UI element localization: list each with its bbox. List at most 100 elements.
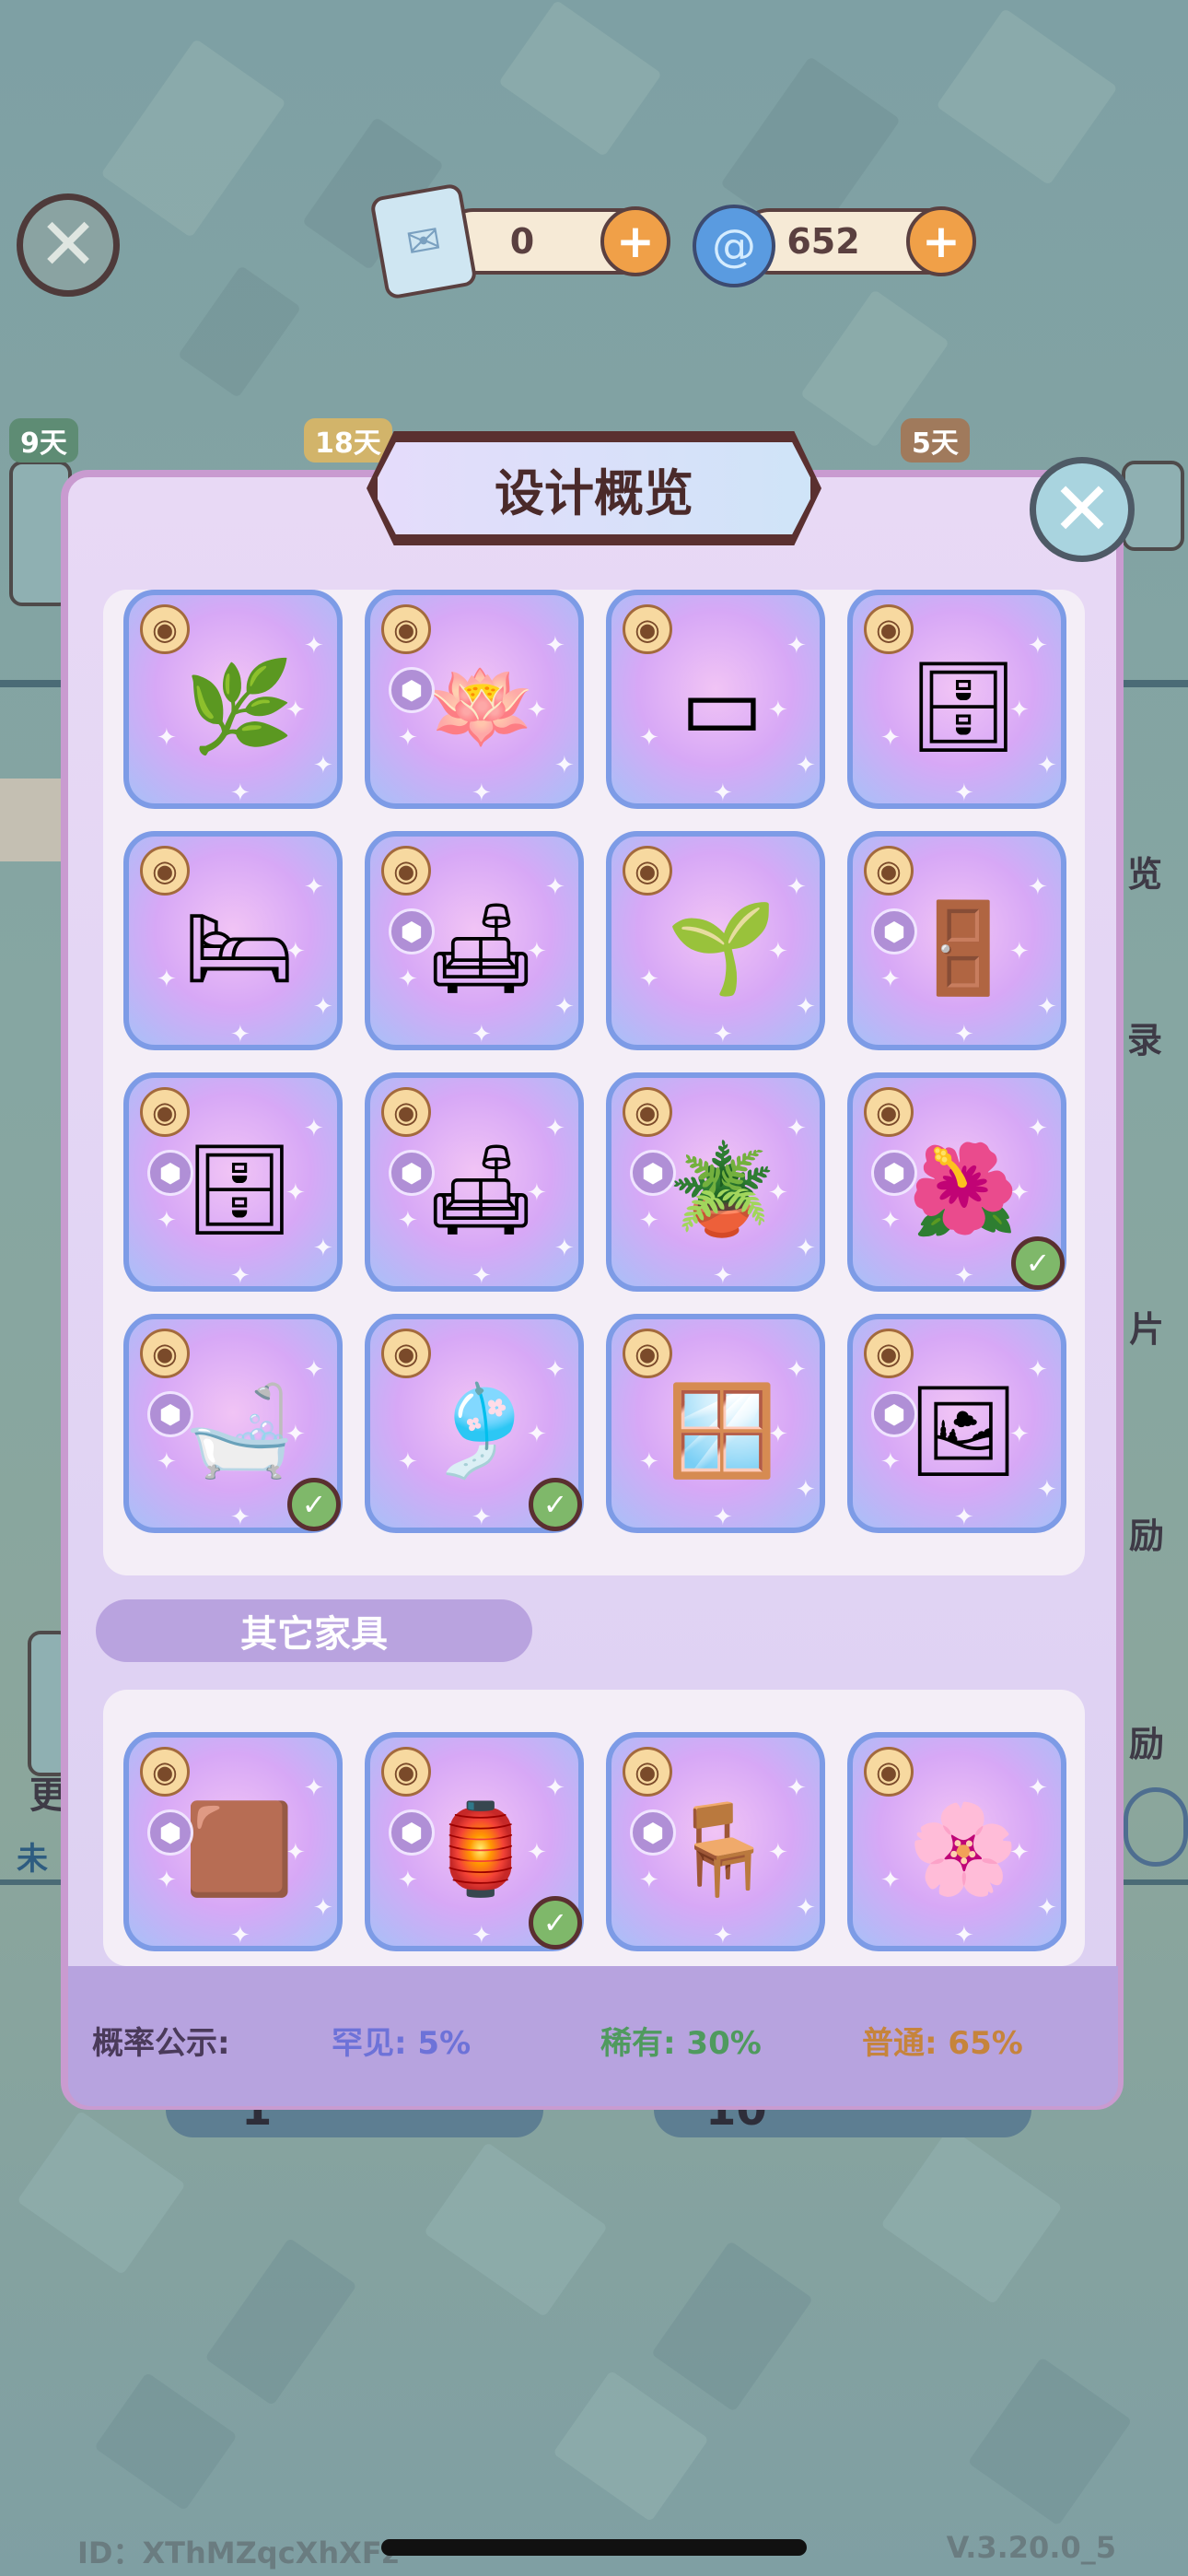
- design-item-card[interactable]: ✦ ✦ ✦ ✦ ✦ 🪴 ◉ ⬢: [606, 1072, 825, 1292]
- sparkle-icon: ✦: [398, 1448, 418, 1476]
- sparkle-icon: ✦: [398, 1867, 418, 1894]
- sparkle-icon: ✦: [472, 1021, 492, 1048]
- sparkle-icon: ✦: [713, 1922, 733, 1950]
- sparkle-icon: ✦: [545, 873, 565, 901]
- sparkle-icon: ✦: [554, 752, 575, 779]
- sparkle-icon: ✦: [954, 1021, 974, 1048]
- eye-preview-icon[interactable]: ◉: [381, 1329, 431, 1378]
- furniture-image: 🌺: [908, 1137, 1019, 1241]
- eye-preview-icon[interactable]: ◉: [140, 604, 190, 654]
- owned-check-icon: ✓: [1011, 1236, 1065, 1290]
- add-ticket-button[interactable]: +: [600, 206, 670, 276]
- sparkle-icon: ✦: [304, 1774, 324, 1802]
- eye-preview-icon[interactable]: ◉: [864, 1087, 914, 1137]
- duration-tag-3: 5天: [901, 418, 970, 463]
- sparkle-icon: ✦: [954, 1262, 974, 1290]
- other-items-grid: ✦✦✦✦✦🟫◉⬢✦✦✦✦✦🏮◉⬢✓✦✦✦✦✦🪑◉⬢✦✦✦✦✦🌸◉: [123, 1732, 1066, 1966]
- design-item-card[interactable]: ✦ ✦ ✦ ✦ ✦ 🪟 ◉: [606, 1314, 825, 1533]
- probability-bar: 概率公示: 罕见: 5% 稀有: 30% 普通: 65%: [68, 1966, 1118, 2106]
- design-item-card[interactable]: ✦ ✦ ✦ ✦ ✦ ▭ ◉: [606, 590, 825, 809]
- furniture-image: 🚪: [908, 896, 1019, 1000]
- eye-preview-icon[interactable]: ◉: [864, 604, 914, 654]
- cube-3d-icon: ⬢: [389, 908, 435, 954]
- sparkle-icon: ✦: [398, 966, 418, 993]
- design-item-card[interactable]: ✦ ✦ ✦ ✦ ✦ 🌱 ◉: [606, 831, 825, 1050]
- home-indicator[interactable]: [381, 2539, 807, 2556]
- furniture-image: 🖼: [907, 1378, 1019, 1482]
- sparkle-icon: ✦: [1028, 632, 1048, 660]
- owned-check-icon: ✓: [287, 1478, 341, 1531]
- sparkle-icon: ✦: [304, 1356, 324, 1384]
- cube-3d-icon: ⬢: [871, 1391, 917, 1437]
- sparkle-icon: ✦: [1037, 993, 1057, 1021]
- uncommon-rate: 稀有: 30%: [600, 2025, 762, 2062]
- sparkle-icon: ✦: [639, 966, 659, 993]
- divider-left-2: [0, 1879, 64, 1885]
- other-item-card[interactable]: ✦✦✦✦✦🏮◉⬢✓: [365, 1732, 584, 1951]
- cube-3d-icon: ⬢: [630, 1150, 676, 1196]
- sparkle-icon: ✦: [554, 993, 575, 1021]
- furniture-image: 🌿: [184, 654, 295, 758]
- eye-preview-icon[interactable]: ◉: [623, 1747, 672, 1797]
- design-item-card[interactable]: ✦ ✦ ✦ ✦ ✦ 🖼 ◉ ⬢: [847, 1314, 1066, 1533]
- sparkle-icon: ✦: [157, 1867, 177, 1894]
- eye-preview-icon[interactable]: ◉: [381, 846, 431, 896]
- other-item-card[interactable]: ✦ ✦ ✦ ✦ ✦ 🟫 ◉ ⬢: [123, 1732, 343, 1951]
- eye-preview-icon[interactable]: ◉: [140, 1329, 190, 1378]
- sparkle-icon: ✦: [398, 1207, 418, 1235]
- design-item-card[interactable]: ✦ ✦ ✦ ✦ ✦ 🛋 ◉ ⬢: [365, 1072, 584, 1292]
- sparkle-icon: ✦: [545, 632, 565, 660]
- eye-preview-icon[interactable]: ◉: [623, 846, 672, 896]
- sparkle-icon: ✦: [398, 724, 418, 752]
- design-item-card[interactable]: ✦ ✦ ✦ ✦ ✦ 🌿 ◉: [123, 590, 343, 809]
- modal-close-button[interactable]: ✕: [1030, 457, 1135, 562]
- cube-3d-icon: ⬢: [147, 1809, 193, 1856]
- furniture-image: 🏮: [425, 1797, 536, 1901]
- furniture-image: 🛋: [425, 1137, 537, 1241]
- sparkle-icon: ✦: [157, 724, 177, 752]
- design-item-card[interactable]: ✦ ✦ ✦ ✦ ✦ 🛏 ◉: [123, 831, 343, 1050]
- sparkle-icon: ✦: [880, 1207, 901, 1235]
- design-item-card[interactable]: ✦✦✦✦✦🛁◉⬢✓: [123, 1314, 343, 1533]
- eye-preview-icon[interactable]: ◉: [381, 604, 431, 654]
- other-item-card[interactable]: ✦ ✦ ✦ ✦ ✦ 🌸 ◉: [847, 1732, 1066, 1951]
- other-item-card[interactable]: ✦ ✦ ✦ ✦ ✦ 🪑 ◉ ⬢: [606, 1732, 825, 1951]
- eye-preview-icon[interactable]: ◉: [140, 1747, 190, 1797]
- sparkle-icon: ✦: [304, 632, 324, 660]
- eye-preview-icon[interactable]: ◉: [140, 1087, 190, 1137]
- eye-preview-icon[interactable]: ◉: [623, 1329, 672, 1378]
- back-close-button[interactable]: ✕: [17, 193, 120, 297]
- sparkle-icon: ✦: [157, 1448, 177, 1476]
- furniture-image: 🗄: [183, 1137, 296, 1241]
- eye-preview-icon[interactable]: ◉: [381, 1747, 431, 1797]
- sparkle-icon: ✦: [713, 1262, 733, 1290]
- design-item-card[interactable]: ✦✦✦✦✦🎐◉✓: [365, 1314, 584, 1533]
- eye-preview-icon[interactable]: ◉: [140, 846, 190, 896]
- design-item-card[interactable]: ✦ ✦ ✦ ✦ ✦ 🚪 ◉ ⬢: [847, 831, 1066, 1050]
- design-item-card[interactable]: ✦✦✦✦✦🌺◉⬢✓: [847, 1072, 1066, 1292]
- eye-preview-icon[interactable]: ◉: [864, 1747, 914, 1797]
- sparkle-icon: ✦: [786, 1774, 807, 1802]
- eye-preview-icon[interactable]: ◉: [864, 1329, 914, 1378]
- furniture-image: 🪟: [667, 1378, 777, 1482]
- design-item-card[interactable]: ✦ ✦ ✦ ✦ ✦ 🗄 ◉: [847, 590, 1066, 809]
- sparkle-icon: ✦: [786, 1356, 807, 1384]
- eye-preview-icon[interactable]: ◉: [864, 846, 914, 896]
- eye-preview-icon[interactable]: ◉: [381, 1087, 431, 1137]
- design-item-card[interactable]: ✦ ✦ ✦ ✦ ✦ 🗄 ◉ ⬢: [123, 1072, 343, 1292]
- sparkle-icon: ✦: [796, 752, 816, 779]
- duration-tag-1: 9天: [9, 418, 78, 463]
- side-label-overview: 览: [1127, 854, 1163, 895]
- sparkle-icon: ✦: [1037, 1476, 1057, 1504]
- design-item-card[interactable]: ✦ ✦ ✦ ✦ ✦ 🪷 ◉ ⬢: [365, 590, 584, 809]
- add-gem-button[interactable]: +: [906, 206, 976, 276]
- eye-preview-icon[interactable]: ◉: [623, 1087, 672, 1137]
- sparkle-icon: ✦: [313, 752, 333, 779]
- sparkle-icon: ✦: [796, 1476, 816, 1504]
- design-item-card[interactable]: ✦ ✦ ✦ ✦ ✦ 🛋 ◉ ⬢: [365, 831, 584, 1050]
- sparkle-icon: ✦: [954, 1922, 974, 1950]
- eye-preview-icon[interactable]: ◉: [623, 604, 672, 654]
- ticket-icon: ✉: [369, 182, 478, 300]
- divider-right: [1122, 680, 1188, 687]
- sparkle-icon: ✦: [1037, 752, 1057, 779]
